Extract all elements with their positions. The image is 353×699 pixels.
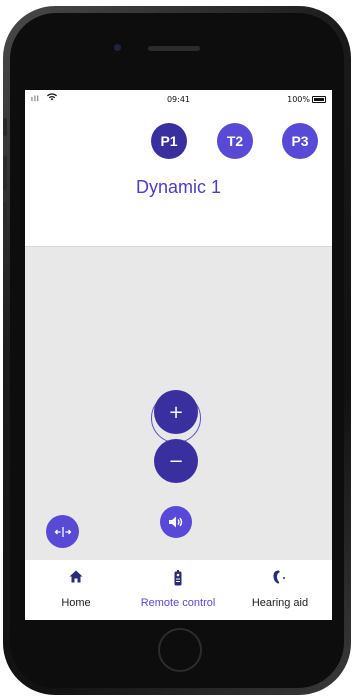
speaker-icon (169, 516, 183, 528)
mute-switch (3, 118, 7, 136)
status-bar: ıll 09:41 100% (25, 90, 332, 108)
tab-remote-control-label: Remote control (140, 597, 216, 609)
tab-bar: Home Remote control Hearing aid (25, 560, 332, 620)
remote-control-panel: 0 + − (25, 247, 332, 560)
remote-icon (127, 570, 229, 586)
split-control-button[interactable] (46, 515, 79, 548)
program-button-p1[interactable]: P1 (151, 123, 187, 159)
battery-icon (312, 96, 326, 103)
home-icon (25, 570, 127, 586)
program-button-t2[interactable]: T2 (217, 123, 253, 159)
tab-remote-control[interactable]: Remote control (127, 560, 229, 620)
earpiece-speaker (148, 46, 200, 51)
volume-down-button[interactable]: − (154, 439, 198, 483)
program-button-p3[interactable]: P3 (282, 123, 318, 159)
tab-home-label: Home (61, 597, 91, 609)
status-time: 09:41 (166, 95, 191, 104)
volume-up-side-button (3, 156, 7, 190)
app-screen: ıll 09:41 100% P1 T2 P3 Dynamic 1 0 + − (25, 90, 332, 620)
front-camera (114, 44, 121, 51)
home-button[interactable] (158, 628, 202, 672)
tab-hearing-aid-label: Hearing aid (251, 597, 309, 609)
volume-up-button[interactable]: + (154, 390, 198, 434)
mute-button[interactable] (160, 506, 192, 538)
hearing-aid-icon (229, 570, 331, 586)
battery-percentage: 100% (287, 95, 310, 104)
tab-home[interactable]: Home (25, 560, 127, 620)
split-arrows-icon (54, 526, 71, 537)
volume-down-side-button (3, 202, 7, 236)
tab-hearing-aid[interactable]: Hearing aid (229, 560, 331, 620)
program-name: Dynamic 1 (135, 177, 222, 197)
